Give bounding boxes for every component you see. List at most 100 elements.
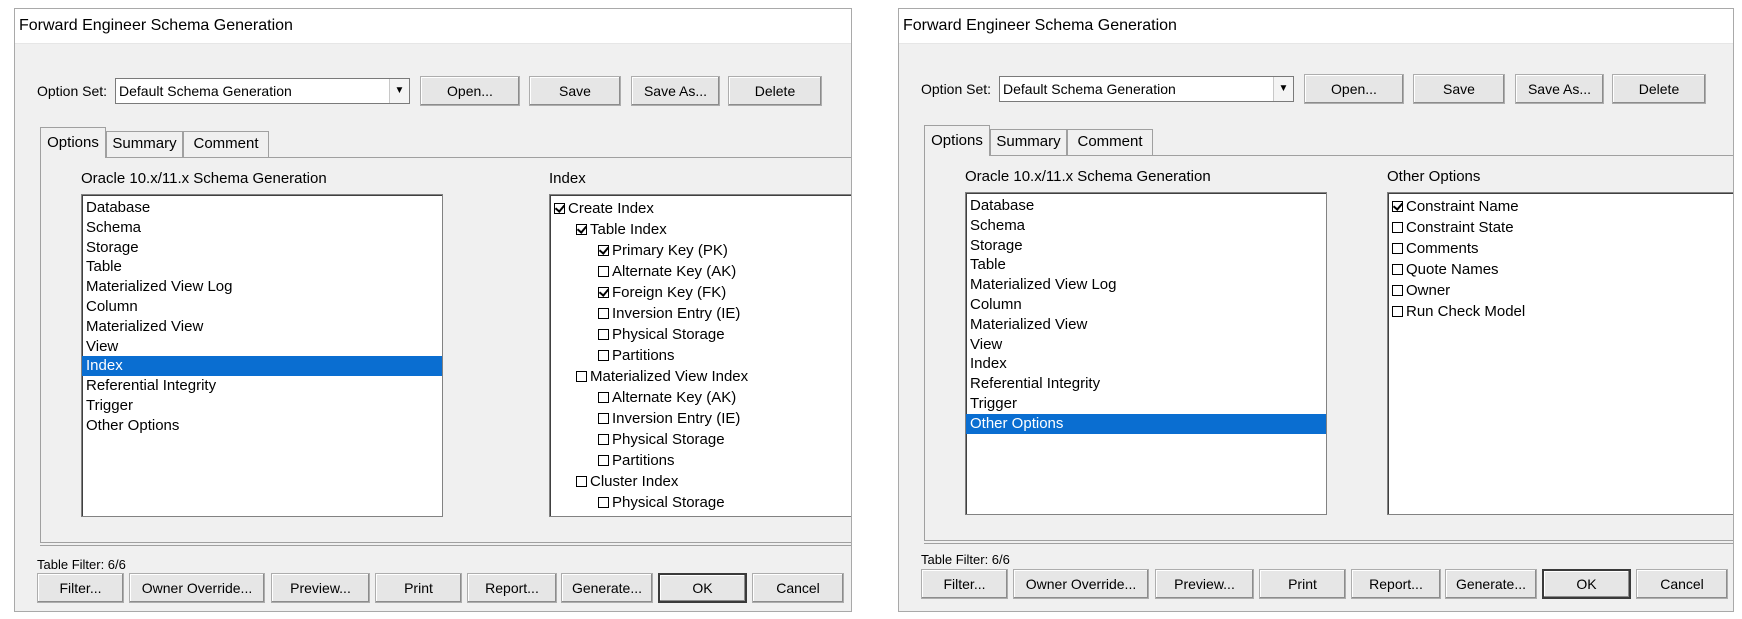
checkbox-item[interactable]: Alternate Key (AK) — [550, 387, 851, 408]
tab-comment[interactable]: Comment — [183, 131, 269, 157]
list-item[interactable]: Storage — [966, 236, 1326, 256]
checkbox-item[interactable]: Physical Storage — [550, 492, 851, 513]
list-item[interactable]: Materialized View Log — [82, 277, 442, 297]
chevron-down-icon[interactable]: ▼ — [389, 79, 409, 103]
preview-button[interactable]: Preview... — [271, 573, 370, 603]
list-item[interactable]: Index — [966, 354, 1326, 374]
tab-options[interactable]: Options — [924, 125, 990, 156]
save-button[interactable]: Save — [1413, 74, 1505, 104]
checkbox-unchecked-icon[interactable] — [598, 413, 609, 424]
checkbox-unchecked-icon[interactable] — [598, 350, 609, 361]
option-set-dropdown[interactable]: Default Schema Generation ▼ — [115, 78, 410, 104]
checkbox-item[interactable]: Materialized View Index — [550, 366, 851, 387]
checkbox-unchecked-icon[interactable] — [1392, 222, 1403, 233]
save-as-button[interactable]: Save As... — [631, 76, 720, 106]
list-item[interactable]: Materialized View — [966, 315, 1326, 335]
option-set-dropdown[interactable]: Default Schema Generation ▼ — [999, 76, 1294, 102]
print-button[interactable]: Print — [1259, 569, 1346, 599]
checkbox-checked-icon[interactable] — [576, 224, 587, 235]
checkbox-item[interactable]: Owner — [1388, 280, 1733, 301]
open-button[interactable]: Open... — [420, 76, 520, 106]
checkbox-unchecked-icon[interactable] — [598, 455, 609, 466]
list-item[interactable]: Column — [966, 295, 1326, 315]
checkbox-checked-icon[interactable] — [598, 245, 609, 256]
checkbox-item[interactable]: Partitions — [550, 450, 851, 471]
checkbox-unchecked-icon[interactable] — [1392, 285, 1403, 296]
list-item[interactable]: Column — [82, 297, 442, 317]
checkbox-checked-icon[interactable] — [598, 287, 609, 298]
list-item[interactable]: Referential Integrity — [966, 374, 1326, 394]
checkbox-unchecked-icon[interactable] — [576, 371, 587, 382]
tab-summary[interactable]: Summary — [106, 131, 183, 157]
list-item[interactable]: Referential Integrity — [82, 376, 442, 396]
checkbox-item[interactable]: Alternate Key (AK) — [550, 261, 851, 282]
checkbox-item[interactable]: Quote Names — [1388, 259, 1733, 280]
list-item[interactable]: View — [966, 335, 1326, 355]
checkbox-unchecked-icon[interactable] — [1392, 306, 1403, 317]
cancel-button[interactable]: Cancel — [752, 573, 844, 603]
checkbox-unchecked-icon[interactable] — [1392, 264, 1403, 275]
list-item-selected[interactable]: Other Options — [966, 413, 1326, 434]
save-button[interactable]: Save — [529, 76, 621, 106]
checkbox-unchecked-icon[interactable] — [598, 497, 609, 508]
list-item[interactable]: Storage — [82, 238, 442, 258]
checkbox-item[interactable]: Primary Key (PK) — [550, 240, 851, 261]
checkbox-unchecked-icon[interactable] — [1392, 243, 1403, 254]
checkbox-unchecked-icon[interactable] — [598, 392, 609, 403]
chevron-down-icon[interactable]: ▼ — [1273, 77, 1293, 101]
report-button[interactable]: Report... — [1351, 569, 1441, 599]
owner-override-button[interactable]: Owner Override... — [129, 573, 265, 603]
print-button[interactable]: Print — [375, 573, 462, 603]
checkbox-item[interactable]: Constraint State — [1388, 217, 1733, 238]
checkbox-item[interactable]: Constraint Name — [1388, 196, 1733, 217]
ok-button[interactable]: OK — [658, 573, 747, 603]
checkbox-checked-icon[interactable] — [1392, 201, 1403, 212]
checkbox-item[interactable]: Comments — [1388, 238, 1733, 259]
checkbox-unchecked-icon[interactable] — [598, 329, 609, 340]
checkbox-item[interactable]: Foreign Key (FK) — [550, 282, 851, 303]
tab-summary[interactable]: Summary — [990, 129, 1067, 155]
list-item[interactable]: View — [82, 337, 442, 357]
owner-override-button[interactable]: Owner Override... — [1013, 569, 1149, 599]
schema-category-list[interactable]: Database Schema Storage Table Materializ… — [81, 194, 443, 517]
delete-button[interactable]: Delete — [1612, 74, 1706, 104]
list-item[interactable]: Trigger — [966, 394, 1326, 414]
schema-category-list[interactable]: Database Schema Storage Table Materializ… — [965, 192, 1327, 515]
delete-button[interactable]: Delete — [728, 76, 822, 106]
list-item[interactable]: Materialized View Log — [966, 275, 1326, 295]
open-button[interactable]: Open... — [1304, 74, 1404, 104]
list-item-selected[interactable]: Index — [82, 356, 442, 377]
checkbox-checked-icon[interactable] — [554, 203, 565, 214]
checkbox-item[interactable]: Inversion Entry (IE) — [550, 303, 851, 324]
list-item[interactable]: Table — [966, 255, 1326, 275]
filter-button[interactable]: Filter... — [921, 569, 1008, 599]
checkbox-unchecked-icon[interactable] — [598, 308, 609, 319]
list-item[interactable]: Database — [966, 196, 1326, 216]
checkbox-item[interactable]: Physical Storage — [550, 429, 851, 450]
list-item[interactable]: Other Options — [82, 416, 442, 436]
checkbox-item[interactable]: Table Index — [550, 219, 851, 240]
checkbox-unchecked-icon[interactable] — [598, 434, 609, 445]
checkbox-item[interactable]: Physical Storage — [550, 324, 851, 345]
ok-button[interactable]: OK — [1542, 569, 1631, 599]
report-button[interactable]: Report... — [467, 573, 557, 603]
checkbox-item[interactable]: Partitions — [550, 345, 851, 366]
cancel-button[interactable]: Cancel — [1636, 569, 1728, 599]
list-item[interactable]: Schema — [966, 216, 1326, 236]
generate-button[interactable]: Generate... — [561, 573, 653, 603]
list-item[interactable]: Schema — [82, 218, 442, 238]
checkbox-item[interactable]: Run Check Model — [1388, 301, 1733, 322]
checkbox-item[interactable]: Create Index — [550, 198, 851, 219]
checkbox-unchecked-icon[interactable] — [576, 476, 587, 487]
save-as-button[interactable]: Save As... — [1515, 74, 1604, 104]
preview-button[interactable]: Preview... — [1155, 569, 1254, 599]
tab-comment[interactable]: Comment — [1067, 129, 1153, 155]
tab-options[interactable]: Options — [40, 127, 106, 158]
checkbox-unchecked-icon[interactable] — [598, 266, 609, 277]
checkbox-item[interactable]: Inversion Entry (IE) — [550, 408, 851, 429]
list-item[interactable]: Trigger — [82, 396, 442, 416]
generate-button[interactable]: Generate... — [1445, 569, 1537, 599]
checkbox-item[interactable]: Cluster Index — [550, 471, 851, 492]
list-item[interactable]: Database — [82, 198, 442, 218]
list-item[interactable]: Materialized View — [82, 317, 442, 337]
